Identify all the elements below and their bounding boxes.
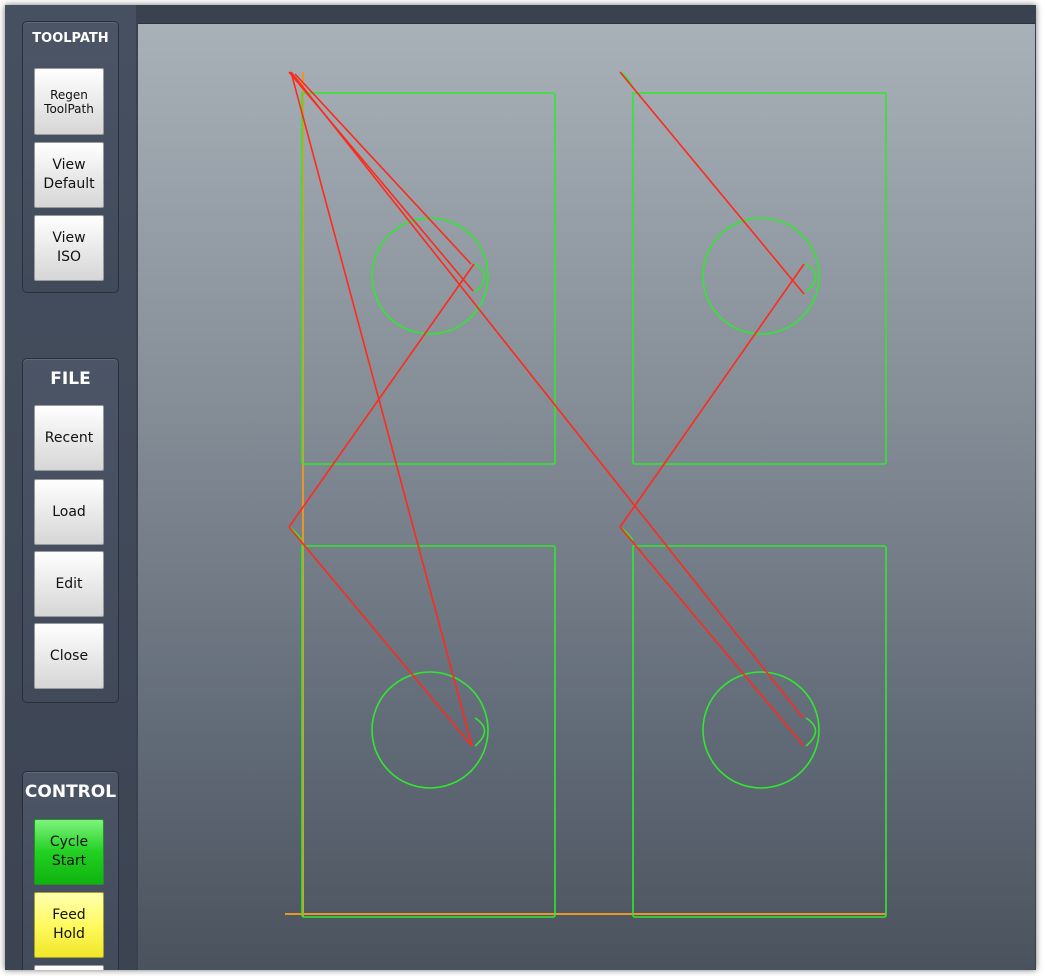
regen-toolpath-button[interactable]: Regen ToolPath	[34, 68, 104, 135]
rapid-move	[288, 526, 473, 747]
arc-lead-bottom-left	[474, 717, 486, 747]
app-window: TOOLPATH Regen ToolPath View Default Vie…	[5, 5, 1036, 970]
circle-cut-top-right	[702, 217, 820, 335]
control-panel-title: CONTROL	[24, 782, 117, 802]
part-top-left	[288, 71, 556, 465]
circle-cut-bottom-right	[702, 671, 820, 789]
part-bottom-right	[619, 526, 887, 918]
rapid-move	[619, 263, 805, 528]
viewport-top-strip	[136, 5, 1036, 23]
part-bottom-left	[288, 526, 556, 918]
cycle-start-button[interactable]: Cycle Start	[34, 819, 104, 885]
toolpath-canvas[interactable]	[138, 24, 1035, 970]
rapid-move	[288, 263, 475, 528]
rapid-move	[619, 526, 805, 747]
machine-axes	[285, 72, 886, 917]
sidebar: TOOLPATH Regen ToolPath View Default Vie…	[5, 5, 136, 970]
arc-lead-top-right	[805, 263, 817, 293]
close-button[interactable]: Close	[34, 623, 104, 689]
rect-cut-bottom-right	[632, 545, 887, 918]
toolpath-viewport[interactable]	[138, 23, 1035, 970]
feed-hold-button[interactable]: Feed Hold	[34, 892, 104, 958]
view-default-button[interactable]: View Default	[34, 142, 104, 208]
arc-lead-bottom-right	[805, 717, 817, 747]
edit-button[interactable]: Edit	[34, 551, 104, 617]
rect-cut-top-left	[301, 92, 556, 465]
rect-cut-bottom-left	[301, 545, 556, 918]
circle-cut-top-left	[371, 217, 489, 335]
toolpath-panel: TOOLPATH Regen ToolPath View Default Vie…	[22, 21, 119, 293]
rect-cut-top-right	[632, 92, 887, 465]
rapid-move	[294, 73, 472, 265]
cut-paths	[288, 71, 887, 918]
load-button[interactable]: Load	[34, 479, 104, 545]
rapid-move	[290, 71, 473, 747]
file-panel: FILE Recent Load Edit Close	[22, 358, 119, 703]
rapid-moves	[288, 71, 805, 747]
arc-lead-top-left	[474, 263, 486, 293]
part-top-right	[619, 71, 887, 465]
toolpath-panel-title: TOOLPATH	[32, 31, 109, 46]
control-panel: CONTROL Cycle Start Feed Hold	[22, 771, 119, 970]
rapid-move	[619, 71, 805, 295]
view-iso-button[interactable]: View ISO	[34, 215, 104, 281]
recent-button[interactable]: Recent	[34, 405, 104, 471]
circle-cut-bottom-left	[371, 671, 489, 789]
next-control-button[interactable]	[34, 965, 104, 970]
file-panel-title: FILE	[50, 369, 91, 389]
